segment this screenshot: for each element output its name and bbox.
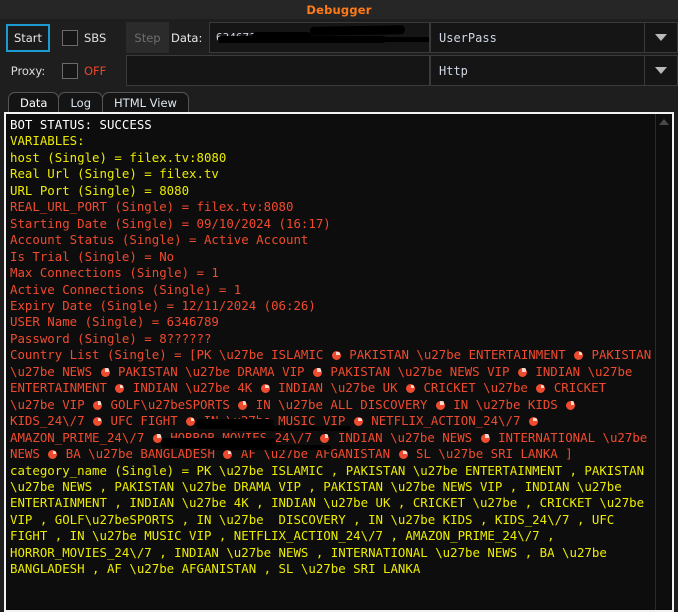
- start-button[interactable]: Start: [6, 23, 50, 52]
- bullet-icon: [93, 400, 103, 410]
- log-line: REAL_URL_PORT (Single) = filex.tv:8080: [10, 199, 294, 215]
- sbs-label: SBS: [84, 30, 107, 45]
- redaction-mark: [211, 445, 331, 450]
- redaction-mark: [309, 25, 406, 36]
- bullet-icon: [48, 450, 58, 460]
- bullet-icon: [480, 433, 490, 443]
- log-scrollbar[interactable]: [655, 114, 672, 610]
- window-titlebar: Debugger: [0, 0, 678, 19]
- data-input[interactable]: 63467?? ??????: [209, 22, 430, 53]
- bullet-icon: [398, 450, 408, 460]
- bullet-icon: [331, 351, 341, 361]
- proxy-label: Proxy:: [10, 63, 46, 78]
- log-line: USER Name (Single) = 6346789: [10, 314, 219, 330]
- log-line: host (Single) = filex.tv:8080: [10, 149, 227, 165]
- bullet-icon: [312, 367, 322, 377]
- toolbar: Start SBS Step Data: 63467?? ?????? User…: [0, 22, 678, 86]
- proxy-input[interactable]: [126, 55, 430, 86]
- redaction-mark: [252, 32, 312, 43]
- log-line: Starting Date (Single) = 09/10/2024 (16:…: [10, 215, 331, 231]
- tabstrip: Data Log HTML View: [0, 90, 678, 112]
- page-title: Debugger: [306, 2, 372, 17]
- log-line: Country List (Single) = [PK \u27be ISLAM…: [10, 347, 655, 462]
- proxy-type-value: Http: [439, 63, 468, 78]
- toolbar-row-primary: Start SBS Step Data: 63467?? ?????? User…: [0, 22, 678, 53]
- log-line: URL Port (Single) = 8080: [10, 182, 190, 198]
- log-line: Active Connections (Single) = 1: [10, 281, 242, 297]
- log-output[interactable]: BOT STATUS: SUCCESS VARIABLES: host (Singl…: [6, 114, 655, 610]
- bullet-icon: [93, 417, 103, 427]
- bullet-icon: [186, 417, 196, 427]
- log-line: BOT STATUS: SUCCESS: [10, 117, 152, 132]
- log-line: Expiry Date (Single) = 12/11/2024 (06:26…: [10, 297, 316, 313]
- log-line: category_name (Single) = PK \u27be ISLAM…: [10, 462, 652, 577]
- chevron-down-icon[interactable]: [645, 67, 677, 74]
- proxy-checkbox[interactable]: [62, 62, 78, 79]
- log-panel: BOT STATUS: SUCCESS VARIABLES: host (Singl…: [4, 112, 674, 612]
- bullet-icon: [517, 367, 527, 377]
- bullet-icon: [100, 367, 110, 377]
- bullet-icon: [238, 400, 248, 410]
- bullet-icon: [223, 450, 233, 460]
- bullet-icon: [115, 384, 125, 394]
- redaction-mark: [360, 37, 429, 42]
- bullet-icon: [260, 384, 270, 394]
- sbs-checkbox[interactable]: [62, 29, 78, 46]
- log-line: Is Trial (Single) = No: [10, 248, 175, 264]
- bullet-icon: [528, 417, 538, 427]
- proxy-status-label: OFF: [84, 63, 107, 78]
- bullet-icon: [536, 384, 546, 394]
- log-line: Password (Single) = 8??????: [10, 330, 212, 346]
- auth-mode-select[interactable]: UserPass: [430, 22, 678, 53]
- bullet-icon: [353, 417, 363, 427]
- sbs-checkbox-container: [56, 22, 84, 53]
- tab-data[interactable]: Data: [8, 92, 60, 112]
- redaction-mark: [231, 426, 351, 431]
- bullet-icon: [435, 400, 445, 410]
- caret-up-icon[interactable]: [659, 119, 669, 125]
- data-label: Data:: [171, 30, 203, 45]
- log-line: VARIABLES:: [10, 133, 85, 149]
- proxy-type-select[interactable]: Http: [430, 55, 678, 86]
- proxy-checkbox-container: [56, 55, 84, 86]
- auth-mode-value: UserPass: [439, 30, 497, 45]
- log-line: Account Status (Single) = Active Account: [10, 232, 309, 248]
- bullet-icon: [566, 400, 576, 410]
- bullet-icon: [574, 351, 584, 361]
- step-button[interactable]: Step: [126, 22, 169, 53]
- tab-html-view[interactable]: HTML View: [102, 92, 189, 112]
- log-line: Max Connections (Single) = 1: [10, 265, 219, 281]
- log-line: Real Url (Single) = filex.tv: [10, 166, 219, 182]
- toolbar-row-proxy: Proxy: OFF Http: [0, 55, 678, 86]
- start-button-container: Start: [0, 22, 56, 53]
- tab-log[interactable]: Log: [58, 92, 104, 112]
- chevron-down-icon[interactable]: [645, 34, 677, 41]
- bullet-icon: [406, 384, 415, 394]
- bullet-icon: [320, 433, 330, 443]
